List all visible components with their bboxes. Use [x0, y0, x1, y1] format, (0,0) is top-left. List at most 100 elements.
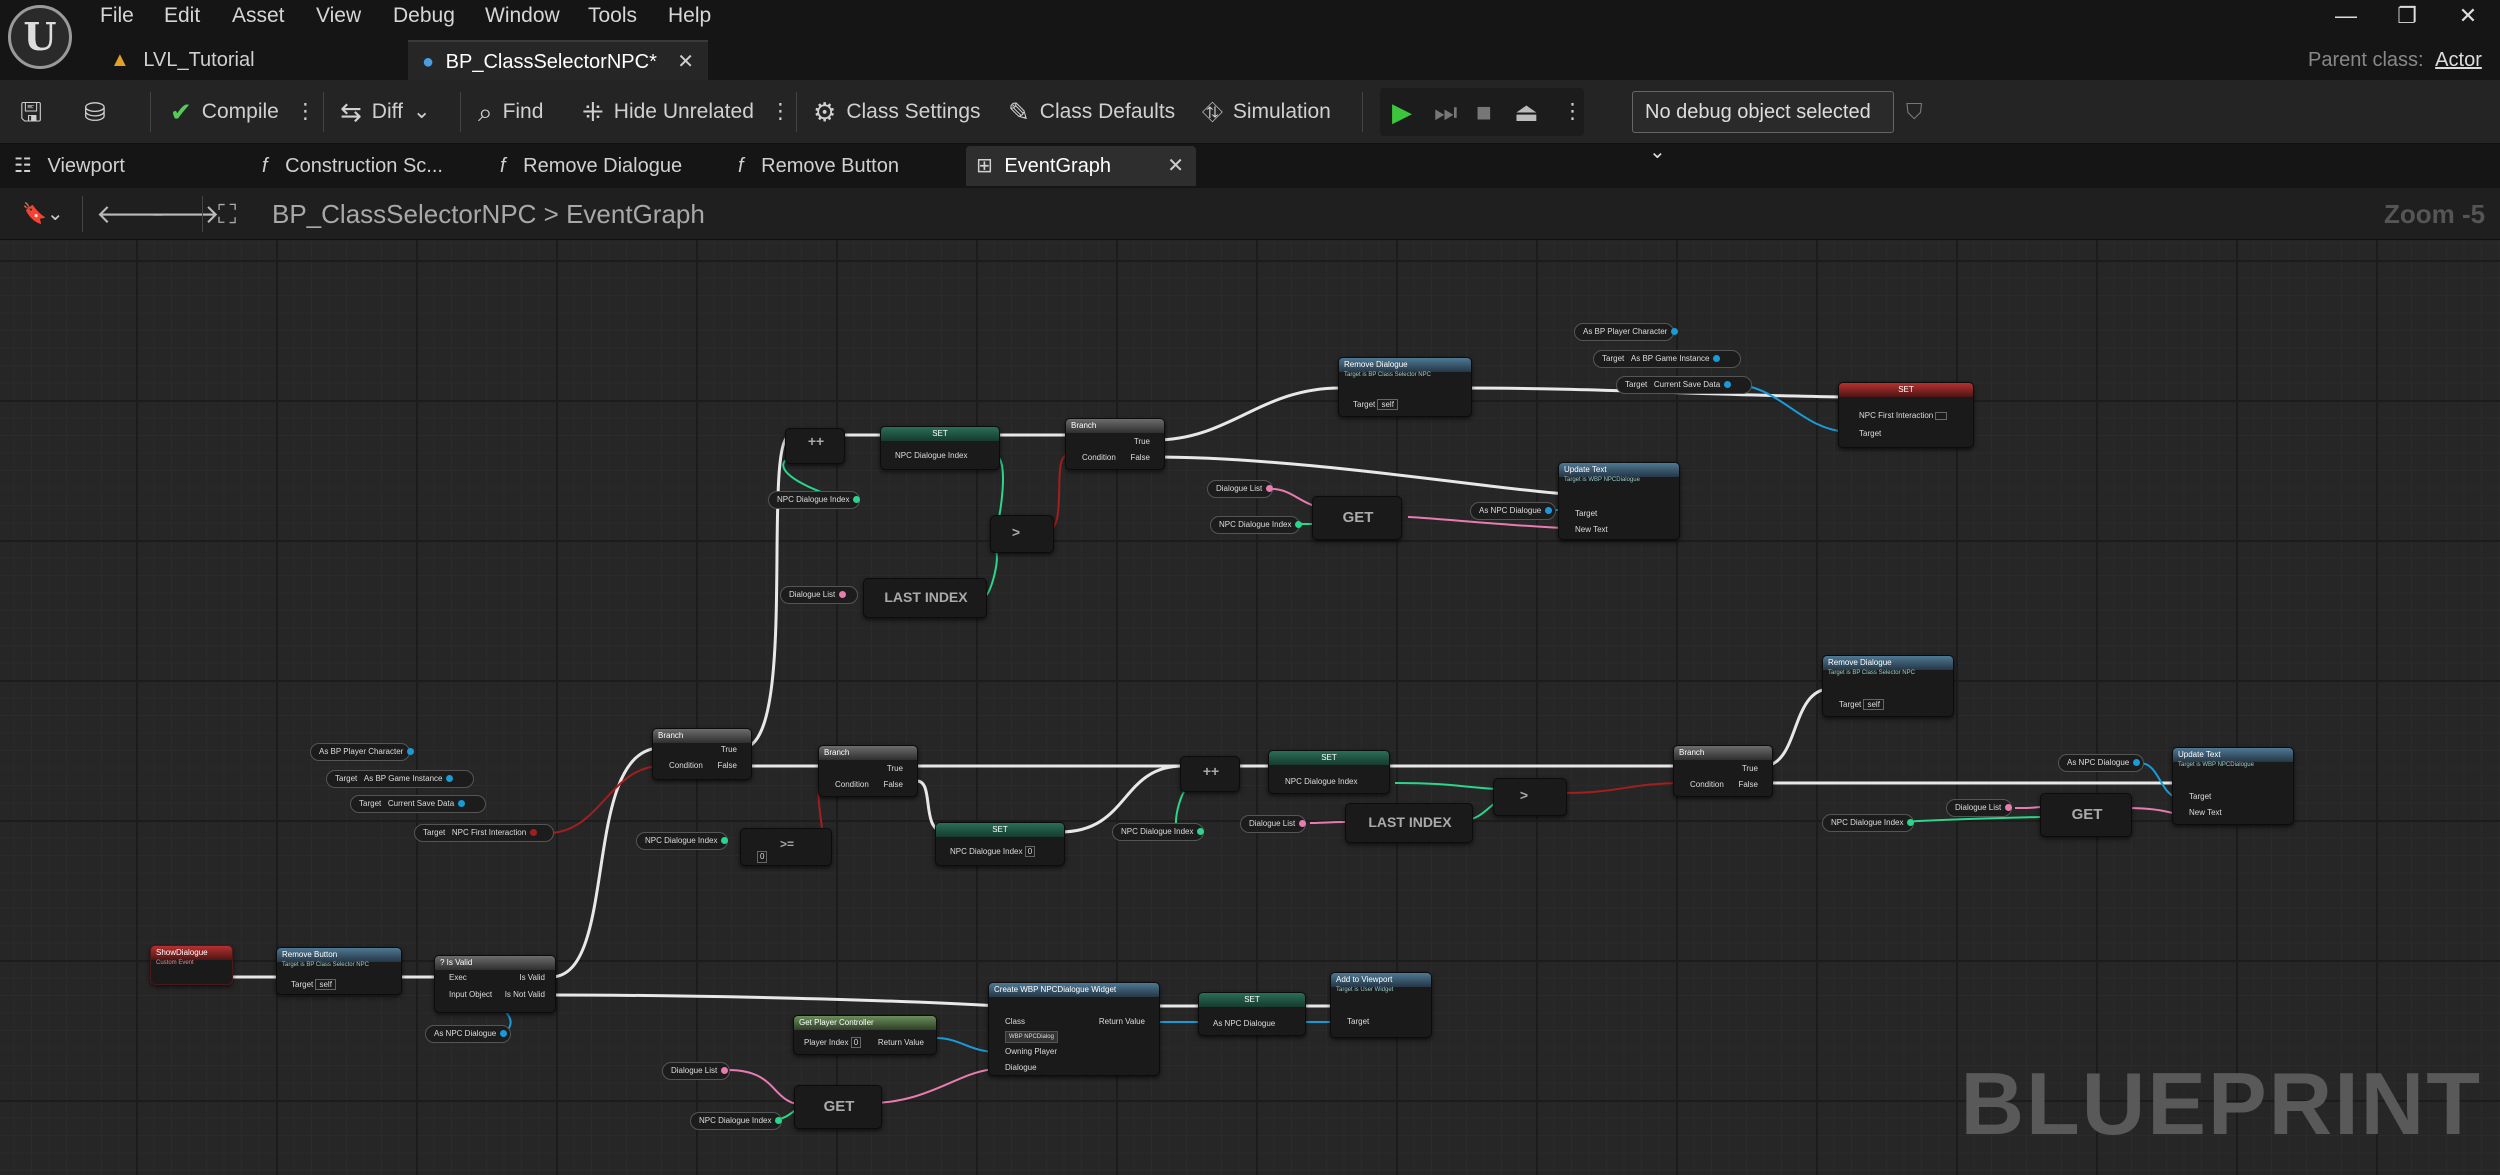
cast-as-bp-player-character[interactable]: As BP Player Character	[310, 743, 415, 761]
close-tab-icon[interactable]: ✕	[677, 42, 694, 82]
get-current-save-data[interactable]: Target Current Save Data	[1616, 376, 1752, 394]
menu-window[interactable]: Window	[485, 0, 560, 32]
event-graph-canvas[interactable]: ShowDialogue Custom Event Remove Button …	[0, 240, 2500, 1175]
menu-help[interactable]: Help	[668, 0, 711, 32]
greater-than-node[interactable]: >	[1493, 778, 1567, 816]
breadcrumb-blueprint[interactable]: BP_ClassSelectorNPC	[272, 199, 536, 229]
hide-unrelated-options-icon[interactable]: ⋮	[770, 80, 791, 144]
dialogue-pin[interactable]: Dialogue	[1005, 1063, 1037, 1073]
target-pin[interactable]: Target	[2189, 792, 2211, 802]
condition-pin[interactable]: Condition	[1690, 780, 1724, 790]
function-node-update-text-right[interactable]: Update Text Target is WBP NPCDialogue Ta…	[2172, 747, 2294, 825]
get-npc-first-interaction[interactable]: Target NPC First Interaction	[414, 824, 554, 842]
set-node-dialogue-index[interactable]: SET NPC Dialogue Index	[880, 426, 1000, 470]
event-node-show-dialogue[interactable]: ShowDialogue Custom Event	[150, 945, 233, 985]
stop-button[interactable]: ■	[1476, 80, 1492, 144]
step-button[interactable]: ⏭	[1434, 80, 1457, 144]
set-node-dialogue-index[interactable]: SET NPC Dialogue Index	[1268, 750, 1390, 794]
close-window-icon[interactable]: ✕	[2443, 0, 2493, 32]
parent-class-link[interactable]: Actor	[2435, 49, 2482, 71]
menu-edit[interactable]: Edit	[164, 0, 200, 32]
class-settings-button[interactable]: ⚙ Class Settings	[813, 80, 981, 144]
array-get-node[interactable]: GET	[2040, 793, 2132, 837]
hide-unrelated-button[interactable]: ⁜ Hide Unrelated ⋮	[582, 80, 791, 144]
value-pin[interactable]: NPC Dialogue Index	[1285, 777, 1357, 787]
menu-tools[interactable]: Tools	[588, 0, 637, 32]
tab-remove-button[interactable]: f Remove Button	[738, 146, 899, 186]
branch-node-first-check[interactable]: Branch Condition True False	[818, 745, 918, 797]
cast-as-bp-game-instance[interactable]: Target As BP Game Instance	[326, 770, 474, 788]
variable-as-npc-dialogue[interactable]: As NPC Dialogue	[1470, 502, 1556, 520]
owning-player-pin[interactable]: Owning Player	[1005, 1047, 1057, 1057]
get-player-controller-node[interactable]: Get Player Controller Player Index 0 Ret…	[793, 1015, 937, 1055]
play-button[interactable]: ▶	[1392, 80, 1412, 144]
play-options-button[interactable]: ⋮	[1562, 80, 1583, 144]
cast-as-bp-game-instance[interactable]: Target As BP Game Instance	[1593, 350, 1741, 368]
checkbox[interactable]	[1935, 411, 1948, 420]
class-select[interactable]: WBP NPCDialog	[1005, 1031, 1058, 1043]
return-value-pin[interactable]: Return Value	[878, 1038, 924, 1048]
target-pin[interactable]: Target	[1575, 509, 1597, 519]
tab-blueprint[interactable]: ● BP_ClassSelectorNPC* ✕	[408, 40, 708, 80]
class-pin[interactable]: Class	[1005, 1017, 1025, 1027]
true-pin[interactable]: True	[887, 764, 903, 774]
variable-npc-dialogue-index[interactable]: NPC Dialogue Index	[636, 832, 729, 850]
debug-filter-button[interactable]: ⛉	[1906, 80, 1923, 144]
variable-npc-dialogue-index[interactable]: NPC Dialogue Index	[1210, 516, 1303, 534]
true-pin[interactable]: True	[1134, 437, 1150, 447]
return-value-pin[interactable]: Return Value	[1099, 1017, 1145, 1027]
set-node-as-npc-dialogue[interactable]: SET As NPC Dialogue	[1198, 992, 1306, 1036]
new-text-pin[interactable]: New Text	[1575, 525, 1608, 535]
value-pin[interactable]: NPC Dialogue Index	[895, 451, 967, 461]
tab-eventgraph[interactable]: ⊞ EventGraph ✕	[966, 146, 1196, 186]
value-pin[interactable]: NPC Dialogue Index 0	[950, 846, 1036, 857]
function-node-remove-dialogue-right[interactable]: Remove Dialogue Target is BP Class Selec…	[1822, 655, 1954, 717]
variable-dialogue-list[interactable]: Dialogue List	[780, 586, 858, 604]
macro-node-is-valid[interactable]: ? Is Valid Exec Input Object Is Valid Is…	[434, 955, 556, 1013]
is-not-valid-pin[interactable]: Is Not Valid	[505, 990, 545, 1000]
cast-as-bp-player-character[interactable]: As BP Player Character	[1574, 323, 1679, 341]
eject-button[interactable]: ⏏	[1514, 80, 1539, 144]
target-pin[interactable]: Target	[1347, 1017, 1369, 1027]
unreal-logo-icon[interactable]: U	[8, 5, 72, 69]
condition-pin[interactable]: Condition	[835, 780, 869, 790]
simulation-button[interactable]: ⛗ Simulation	[1202, 80, 1331, 144]
increment-node[interactable]: ++	[785, 428, 845, 464]
false-pin[interactable]: False	[717, 761, 737, 771]
player-index-pin[interactable]: Player Index 0	[804, 1037, 862, 1048]
branch-node-first-interaction[interactable]: Branch Condition True False	[652, 728, 752, 780]
target-pin[interactable]: Target self	[1839, 699, 1884, 710]
bookmark-button[interactable]: 🔖⌄	[22, 188, 64, 240]
menu-view[interactable]: View	[316, 0, 361, 32]
variable-npc-dialogue-index[interactable]: NPC Dialogue Index	[1112, 823, 1205, 841]
variable-dialogue-list[interactable]: Dialogue List	[662, 1062, 730, 1080]
breadcrumb-graph[interactable]: EventGraph	[566, 199, 705, 229]
save-button[interactable]: 🖫	[20, 80, 42, 144]
false-pin[interactable]: False	[1130, 453, 1150, 463]
browse-button[interactable]: ⛁	[84, 80, 106, 144]
greater-equal-node[interactable]: >= 0	[740, 828, 832, 866]
false-pin[interactable]: False	[883, 780, 903, 790]
condition-pin[interactable]: Condition	[669, 761, 703, 771]
function-node-update-text-top[interactable]: Update Text Target is WBP NPCDialogue Ta…	[1558, 462, 1680, 540]
menu-asset[interactable]: Asset	[232, 0, 285, 32]
tab-viewport[interactable]: ☷ Viewport	[14, 146, 125, 186]
variable-as-npc-dialogue[interactable]: As NPC Dialogue	[2058, 754, 2144, 772]
input-object-pin[interactable]: Input Object	[449, 990, 492, 1000]
compile-options-icon[interactable]: ⋮	[295, 80, 316, 144]
menu-file[interactable]: File	[100, 0, 134, 32]
branch-node-last-dialogue-2[interactable]: Branch Condition True False	[1673, 745, 1773, 797]
add-to-viewport-node[interactable]: Add to Viewport Target is User Widget Ta…	[1330, 972, 1432, 1038]
array-get-node[interactable]: GET	[794, 1085, 882, 1129]
get-current-save-data[interactable]: Target Current Save Data	[350, 795, 486, 813]
forward-button[interactable]: 🡒	[150, 188, 220, 240]
diff-button[interactable]: ⇆ Diff ⌄	[340, 80, 431, 144]
variable-npc-dialogue-index[interactable]: NPC Dialogue Index	[1822, 814, 1915, 832]
false-pin[interactable]: False	[1738, 780, 1758, 790]
int-literal[interactable]: 0	[757, 851, 768, 863]
close-tab-icon[interactable]: ✕	[1167, 146, 1184, 186]
set-node-dialogue-index-reset[interactable]: SET NPC Dialogue Index 0	[935, 822, 1065, 866]
exec-pin[interactable]: Exec	[449, 973, 467, 983]
create-widget-node[interactable]: Create WBP NPCDialogue Widget Class WBP …	[988, 982, 1160, 1076]
variable-npc-dialogue-index[interactable]: NPC Dialogue Index	[768, 491, 861, 509]
